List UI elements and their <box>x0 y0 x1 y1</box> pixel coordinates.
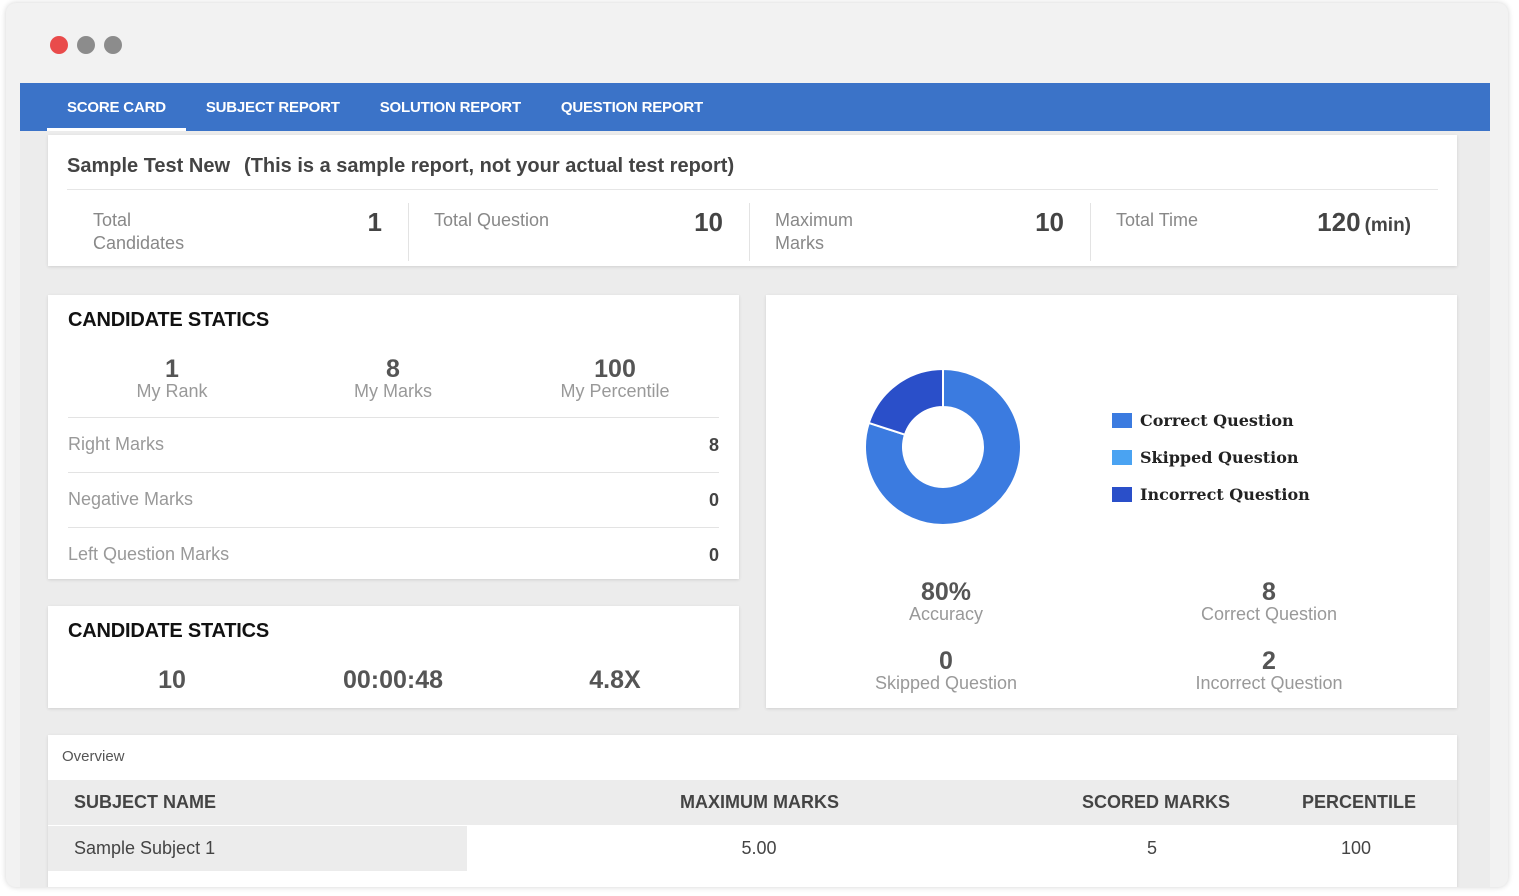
stat-total-time: Total Time 120 (min) <box>1090 203 1437 263</box>
stat-value: 10 <box>1035 207 1064 237</box>
column-header[interactable]: SCORED MARKS <box>1082 792 1230 813</box>
my-rank-label: My Rank <box>136 381 208 401</box>
stat-value: 120 (min) <box>1317 207 1411 237</box>
my-percentile-value: 100 <box>594 355 636 383</box>
tab-solution-report[interactable]: SOLUTION REPORT <box>360 83 541 131</box>
stat-label: Total Time <box>1116 210 1199 230</box>
row-value: 8 <box>708 435 719 455</box>
speed-value: 4.8X <box>589 666 641 694</box>
my-marks-value: 8 <box>386 355 400 383</box>
incorrect-question-label: Incorrect Question <box>1195 673 1343 693</box>
legend-swatch <box>1112 487 1132 502</box>
stat-total-candidates: Total Candidates 1 <box>67 203 408 263</box>
maximum-marks-cell: 5.00 <box>741 838 777 858</box>
accuracy-label: Accuracy <box>908 604 984 624</box>
window-controls <box>50 36 122 54</box>
correct-question-label: Correct Question <box>1200 604 1338 624</box>
overview-title: Overview <box>62 748 125 765</box>
list-item: Right Marks 8 <box>68 417 719 472</box>
tab-subject-report[interactable]: SUBJECT REPORT <box>186 83 360 131</box>
test-summary-card: Sample Test New (This is a sample report,… <box>48 135 1457 266</box>
legend-skipped: Skipped Question <box>1112 448 1299 467</box>
tab-question-report[interactable]: QUESTION REPORT <box>541 83 723 131</box>
stat-maximum-marks: Maximum Marks 10 <box>749 203 1090 263</box>
stat-label: Maximum Marks <box>775 210 854 253</box>
page-title: Sample Test New (This is a sample report,… <box>67 155 734 178</box>
report-tabs: SCORE CARD SUBJECT REPORT SOLUTION REPOR… <box>20 83 1490 131</box>
legend-label: Correct Question <box>1140 411 1294 430</box>
attempt-value: 10 <box>158 666 186 694</box>
tab-score-card[interactable]: SCORE CARD <box>47 83 186 131</box>
stat-label: Total Candidates <box>93 210 185 253</box>
app-window: SCORE CARD SUBJECT REPORT SOLUTION REPOR… <box>6 3 1508 887</box>
skipped-question-value: 0 <box>939 647 953 675</box>
row-label: Left Question Marks <box>68 544 230 564</box>
divider <box>67 189 1438 190</box>
donut-slice-incorrect-question[interactable] <box>867 367 944 436</box>
maximize-window-icon[interactable] <box>104 36 122 54</box>
time-taken-value: 00:00:48 <box>342 666 444 694</box>
accuracy-value: 80% <box>920 578 972 606</box>
report-content: SCORE CARD SUBJECT REPORT SOLUTION REPOR… <box>20 83 1490 887</box>
section-title: CANDIDATE STATICS <box>68 309 270 331</box>
legend-incorrect: Incorrect Question <box>1112 485 1310 504</box>
sample-note: (This is a sample report, not your actua… <box>244 155 735 177</box>
skipped-question-label: Skipped Question <box>874 673 1018 693</box>
test-name: Sample Test New <box>67 155 231 177</box>
legend-label: Incorrect Question <box>1140 485 1310 504</box>
stat-value: 1 <box>367 207 382 237</box>
stat-label: Total Question <box>434 210 550 230</box>
row-label: Negative Marks <box>68 489 194 509</box>
subject-name-cell: Sample Subject 1 <box>74 838 216 858</box>
accuracy-chart-card: Correct Question Skipped Question Incorr… <box>766 295 1457 708</box>
my-percentile-label: My Percentile <box>560 381 670 401</box>
minimize-window-icon[interactable] <box>77 36 95 54</box>
stat-value: 10 <box>694 207 723 237</box>
legend-swatch <box>1112 413 1132 428</box>
row-value: 0 <box>708 545 719 565</box>
close-window-icon[interactable] <box>50 36 68 54</box>
legend-swatch <box>1112 450 1132 465</box>
table-row: Sample Subject 1 5.00 5 100 <box>48 826 1457 871</box>
accuracy-donut-chart <box>864 367 1022 526</box>
scored-marks-cell: 5 <box>1146 838 1157 858</box>
column-header[interactable]: MAXIMUM MARKS <box>680 792 839 813</box>
stat-total-question: Total Question 10 <box>408 203 749 263</box>
list-item: Left Question Marks 0 <box>68 527 719 582</box>
row-label: Right Marks <box>68 434 165 454</box>
candidate-stats-time-card: CANDIDATE STATICS 10 00:00:48 4.8X <box>48 606 739 708</box>
list-item: Negative Marks 0 <box>68 472 719 527</box>
percentile-cell: 100 <box>1340 838 1372 858</box>
overview-card: Overview SUBJECT NAME MAXIMUM MARKS SCOR… <box>48 735 1457 887</box>
incorrect-question-value: 2 <box>1262 647 1276 675</box>
column-header[interactable]: SUBJECT NAME <box>74 792 216 813</box>
legend-label: Skipped Question <box>1140 448 1299 467</box>
table-header: SUBJECT NAME MAXIMUM MARKS SCORED MARKS … <box>48 780 1457 825</box>
legend-correct: Correct Question <box>1112 411 1294 430</box>
candidate-stats-card: CANDIDATE STATICS 1 My Rank 8 My Marks 1… <box>48 295 739 579</box>
row-value: 0 <box>708 490 719 510</box>
my-rank-value: 1 <box>165 355 179 383</box>
section-title: CANDIDATE STATICS <box>68 620 270 642</box>
my-marks-label: My Marks <box>354 381 432 401</box>
correct-question-value: 8 <box>1262 578 1276 606</box>
column-header[interactable]: PERCENTILE <box>1302 792 1416 813</box>
